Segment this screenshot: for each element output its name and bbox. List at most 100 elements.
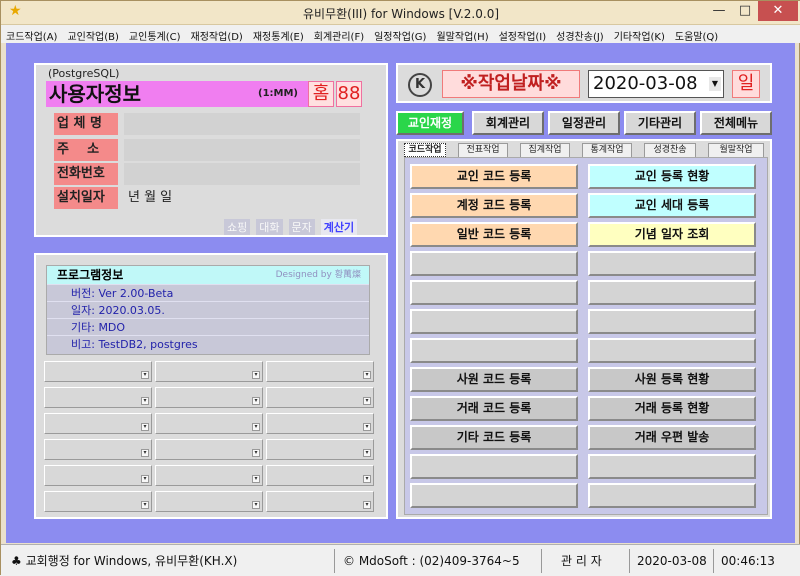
member-status-button[interactable]: 교인 등록 현황 bbox=[588, 164, 756, 189]
shortcut-button[interactable]: ▾ bbox=[266, 491, 374, 512]
menu-accounting[interactable]: 회계관리(F) bbox=[309, 26, 369, 43]
weekday-box: 일 bbox=[732, 70, 760, 98]
status-user: 관 리 자 bbox=[561, 554, 602, 568]
note-line: 비고: TestDB2, postgres bbox=[47, 335, 369, 352]
designer-signature: Designed by 황萬燦 bbox=[275, 270, 361, 280]
db-label: (PostgreSQL) bbox=[48, 67, 120, 80]
chat-link[interactable]: 대화 bbox=[256, 219, 283, 235]
phone-label: 전화번호 bbox=[54, 163, 118, 185]
shortcut-button[interactable]: ▾ bbox=[44, 439, 152, 460]
shortcut-button[interactable]: ▾ bbox=[155, 465, 263, 486]
shortcut-button[interactable]: ▾ bbox=[155, 491, 263, 512]
empty-code-button[interactable] bbox=[410, 483, 578, 508]
staff-code-button[interactable]: 사원 코드 등록 bbox=[410, 367, 578, 392]
general-code-button[interactable]: 일반 코드 등록 bbox=[410, 222, 578, 247]
anniversary-button[interactable]: 기념 일자 조회 bbox=[588, 222, 756, 247]
tab-code[interactable]: 코드작업 bbox=[404, 143, 446, 157]
household-button[interactable]: 교인 세대 등록 bbox=[588, 193, 756, 218]
work-date-value: 2020-03-08 bbox=[593, 73, 698, 94]
menu-finance[interactable]: 재정작업(D) bbox=[186, 26, 248, 43]
trade-status-button[interactable]: 거래 등록 현황 bbox=[588, 396, 756, 421]
empty-code-button[interactable] bbox=[588, 338, 756, 363]
shortcut-button[interactable]: ▾ bbox=[266, 465, 374, 486]
other-code-button[interactable]: 기타 코드 등록 bbox=[410, 425, 578, 450]
tab-bible[interactable]: 성경찬송 bbox=[644, 143, 696, 157]
status-app: ♣ 교회행정 for Windows, 유비무환(KH.X) bbox=[11, 554, 238, 568]
shortcut-button[interactable]: ▾ bbox=[155, 413, 263, 434]
menu-finance-stats[interactable]: 재정통계(E) bbox=[248, 26, 309, 43]
shortcut-button[interactable]: ▾ bbox=[266, 413, 374, 434]
empty-code-button[interactable] bbox=[410, 454, 578, 479]
status-time: 00:46:13 bbox=[721, 554, 775, 568]
calculator-link[interactable]: 계산기 bbox=[320, 219, 358, 235]
title-bar[interactable]: ★ 유비무환(III) for Windows [V.2.0.0] — □ ✕ bbox=[1, 1, 800, 25]
shortcut-button[interactable]: ▾ bbox=[44, 361, 152, 382]
empty-code-button[interactable] bbox=[588, 454, 756, 479]
top-button-etc[interactable]: 기타관리 bbox=[624, 111, 696, 135]
menu-member-stats[interactable]: 교인통계(C) bbox=[124, 26, 186, 43]
quick-links: 쇼핑 대화 문자 계산기 bbox=[218, 219, 358, 235]
work-date-label: ※작업날짜※ bbox=[442, 70, 580, 98]
menu-code[interactable]: 코드작업(A) bbox=[1, 26, 62, 43]
top-button-finance[interactable]: 교인재정 bbox=[396, 111, 464, 135]
dropdown-arrow-icon[interactable]: ▼ bbox=[709, 77, 721, 91]
trade-code-button[interactable]: 거래 코드 등록 bbox=[410, 396, 578, 421]
status-separator bbox=[629, 549, 630, 573]
menu-settings[interactable]: 설정작업(I) bbox=[494, 26, 552, 43]
tab-stats[interactable]: 통계작업 bbox=[582, 143, 632, 157]
account-code-button[interactable]: 계정 코드 등록 bbox=[410, 193, 578, 218]
work-date-select[interactable]: 2020-03-08 ▼ bbox=[588, 70, 724, 98]
tab-summary[interactable]: 집계작업 bbox=[520, 143, 570, 157]
phone-value bbox=[124, 163, 360, 185]
shortcut-button[interactable]: ▾ bbox=[266, 361, 374, 382]
shortcut-button[interactable]: ▾ bbox=[44, 413, 152, 434]
shortcut-button[interactable]: ▾ bbox=[44, 465, 152, 486]
tab-monthly[interactable]: 월말작업 bbox=[708, 143, 764, 157]
etc-line: 기타: MDO bbox=[47, 318, 369, 335]
menu-etc[interactable]: 기타작업(K) bbox=[609, 26, 670, 43]
shortcut-button[interactable]: ▾ bbox=[155, 439, 263, 460]
k-logo-icon: K bbox=[408, 73, 432, 97]
status-date: 2020-03-08 bbox=[637, 554, 707, 568]
member-code-button[interactable]: 교인 코드 등록 bbox=[410, 164, 578, 189]
top-button-schedule[interactable]: 일정관리 bbox=[548, 111, 620, 135]
shopping-link[interactable]: 쇼핑 bbox=[224, 219, 251, 235]
menu-help[interactable]: 도움말(Q) bbox=[670, 26, 723, 43]
close-button[interactable]: ✕ bbox=[758, 1, 798, 21]
home-badge[interactable]: 홈 bbox=[308, 81, 334, 107]
shortcut-button[interactable]: ▾ bbox=[44, 387, 152, 408]
user-number: 88 bbox=[336, 81, 362, 107]
empty-code-button[interactable] bbox=[410, 309, 578, 334]
shortcut-button[interactable]: ▾ bbox=[155, 387, 263, 408]
maximize-button[interactable]: □ bbox=[732, 1, 758, 21]
menu-monthly[interactable]: 월말작업(H) bbox=[431, 26, 493, 43]
empty-code-button[interactable] bbox=[588, 483, 756, 508]
empty-code-button[interactable] bbox=[410, 251, 578, 276]
menu-bible[interactable]: 성경찬송(J) bbox=[551, 26, 609, 43]
program-info-panel: 프로그램정보 Designed by 황萬燦 버전: Ver 2.00-Beta… bbox=[34, 253, 388, 519]
code-button-area: 교인 코드 등록 계정 코드 등록 일반 코드 등록 사원 코드 등록 거래 코… bbox=[404, 157, 768, 515]
tab-voucher[interactable]: 전표작업 bbox=[458, 143, 508, 157]
code-work-panel: 코드작업 전표작업 집계작업 통계작업 성경찬송 월말작업 교인 코드 등록 계… bbox=[396, 139, 772, 519]
work-date-panel: K ※작업날짜※ 2020-03-08 ▼ 일 bbox=[396, 63, 772, 103]
trade-mail-button[interactable]: 거래 우편 발송 bbox=[588, 425, 756, 450]
empty-code-button[interactable] bbox=[588, 309, 756, 334]
empty-code-button[interactable] bbox=[588, 280, 756, 305]
empty-code-button[interactable] bbox=[410, 338, 578, 363]
shortcut-button[interactable]: ▾ bbox=[266, 439, 374, 460]
shortcut-button[interactable]: ▾ bbox=[266, 387, 374, 408]
top-button-accounting[interactable]: 회계관리 bbox=[472, 111, 544, 135]
empty-code-button[interactable] bbox=[588, 251, 756, 276]
status-separator bbox=[713, 549, 714, 573]
top-button-all-menu[interactable]: 전체메뉴 bbox=[700, 111, 772, 135]
sms-link[interactable]: 문자 bbox=[288, 219, 315, 235]
menu-member[interactable]: 교인작업(B) bbox=[62, 26, 123, 43]
minimize-button[interactable]: — bbox=[706, 1, 732, 21]
shortcut-button[interactable]: ▾ bbox=[155, 361, 263, 382]
version-line: 버전: Ver 2.00-Beta bbox=[47, 284, 369, 301]
install-date-label: 설치일자 bbox=[54, 187, 118, 209]
staff-status-button[interactable]: 사원 등록 현황 bbox=[588, 367, 756, 392]
shortcut-button[interactable]: ▾ bbox=[44, 491, 152, 512]
empty-code-button[interactable] bbox=[410, 280, 578, 305]
menu-schedule[interactable]: 일정작업(G) bbox=[369, 26, 431, 43]
